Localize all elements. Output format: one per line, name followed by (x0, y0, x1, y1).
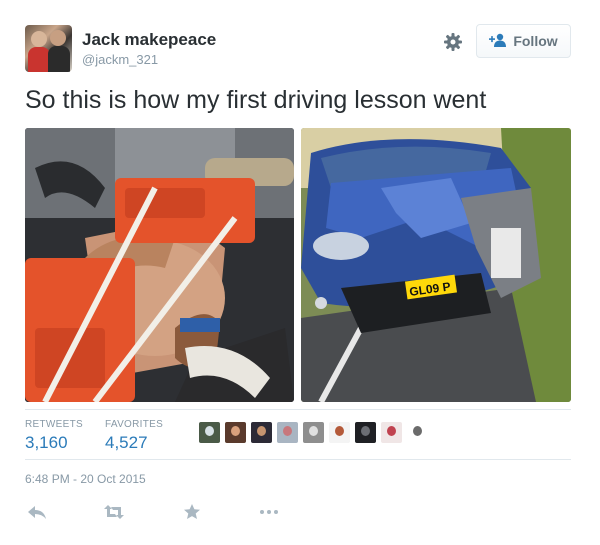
follow-button[interactable]: Follow (476, 24, 571, 58)
follow-button-label: Follow (513, 33, 558, 49)
favoriter-avatar[interactable] (251, 422, 272, 443)
gear-icon[interactable] (443, 32, 463, 52)
profile-avatar[interactable] (25, 25, 72, 72)
favoriter-avatar[interactable] (381, 422, 402, 443)
tweet-photo-hospital[interactable] (25, 128, 294, 402)
stats-divider-bottom (25, 459, 571, 460)
more-icon[interactable] (259, 504, 279, 520)
add-user-icon (489, 33, 507, 50)
retweets-label: RETWEETS (25, 419, 83, 430)
favorites-label: FAVORITES (105, 419, 164, 430)
retweet-icon[interactable] (104, 504, 124, 520)
tweet-timestamp[interactable]: 6:48 PM - 20 Oct 2015 (25, 472, 146, 486)
user-handle[interactable]: @jackm_321 (82, 52, 158, 67)
tweet-photo-crashed-car[interactable]: GL09 P (301, 128, 571, 402)
favoriter-avatar[interactable] (303, 422, 324, 443)
favorite-icon[interactable] (182, 504, 202, 520)
favoriter-avatar[interactable] (225, 422, 246, 443)
tweet-text: So this is how my first driving lesson w… (25, 86, 487, 114)
favoriter-avatar[interactable] (407, 422, 428, 443)
stats-divider-top (25, 409, 571, 410)
favoriter-avatar[interactable] (199, 422, 220, 443)
favoriter-avatar[interactable] (329, 422, 350, 443)
favoriter-avatar[interactable] (277, 422, 298, 443)
retweets-count[interactable]: 3,160 (25, 433, 68, 453)
favorites-count[interactable]: 4,527 (105, 433, 148, 453)
favoriter-avatar[interactable] (355, 422, 376, 443)
reply-icon[interactable] (27, 504, 47, 520)
user-display-name[interactable]: Jack makepeace (82, 30, 216, 50)
favoriter-avatars (199, 422, 428, 443)
